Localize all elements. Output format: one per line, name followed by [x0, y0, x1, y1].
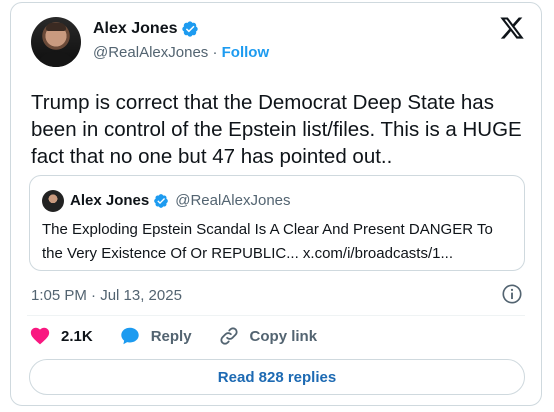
- verified-badge-icon: [154, 193, 169, 208]
- reply-label: Reply: [150, 327, 192, 345]
- quoted-author-handle: @RealAlexJones: [175, 192, 291, 209]
- follow-button[interactable]: Follow: [222, 44, 270, 61]
- quoted-header: Alex Jones @RealAlexJones: [70, 192, 291, 209]
- avatar-shirt: [37, 51, 75, 67]
- info-icon[interactable]: [501, 283, 523, 305]
- read-replies-button[interactable]: Read 828 replies: [29, 359, 525, 395]
- divider: [27, 315, 525, 316]
- author-name-row[interactable]: Alex Jones: [93, 20, 199, 38]
- verified-badge-icon: [182, 21, 199, 37]
- author-handle-row: @RealAlexJones · Follow: [93, 44, 269, 61]
- tweet-timestamp[interactable]: 1:05 PM · Jul 13, 2025: [31, 287, 182, 304]
- author-handle[interactable]: @RealAlexJones: [93, 44, 208, 61]
- like-count: 2.1K: [61, 327, 93, 345]
- x-logo-icon[interactable]: [499, 15, 525, 41]
- copy-link-button[interactable]: Copy link: [218, 325, 318, 347]
- avatar-hair: [46, 23, 66, 31]
- reply-bubble-icon: [120, 327, 139, 345]
- quoted-author-avatar: [42, 190, 64, 212]
- action-bar: 2.1K Reply Copy link: [29, 325, 343, 347]
- author-name[interactable]: Alex Jones: [93, 20, 177, 38]
- quoted-text: The Exploding Epstein Scandal Is A Clear…: [42, 221, 493, 262]
- copy-link-label: Copy link: [249, 327, 318, 345]
- quoted-author-name: Alex Jones: [70, 192, 150, 209]
- heart-icon: [30, 327, 50, 345]
- link-icon: [219, 327, 238, 345]
- quoted-tweet[interactable]: Alex Jones @RealAlexJones The Exploding …: [29, 175, 525, 271]
- tweet-text: Trump is correct that the Democrat Deep …: [31, 91, 522, 168]
- author-avatar[interactable]: [31, 17, 81, 67]
- like-button[interactable]: 2.1K: [29, 325, 93, 347]
- handle-separator: ·: [212, 44, 218, 61]
- tweet-card: Alex Jones @RealAlexJones · Follow Trump…: [10, 2, 542, 406]
- reply-button[interactable]: Reply: [119, 325, 192, 347]
